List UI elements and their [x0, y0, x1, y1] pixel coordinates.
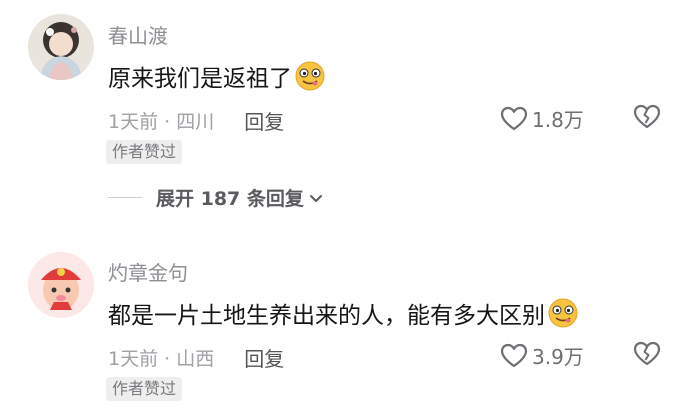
drooling-face-emoji-icon	[294, 60, 326, 92]
author-liked-badge: 作者赞过	[106, 377, 183, 401]
broken-heart-icon	[633, 341, 661, 366]
author-liked-badge: 作者赞过	[106, 140, 183, 164]
reply-button[interactable]: 回复	[244, 343, 284, 372]
comment-meta: 1天前 · 山西 回复	[108, 343, 284, 372]
comment-text-content: 都是一片土地生养出来的人，能有多大区别	[108, 303, 545, 329]
username[interactable]: 灼章金句	[108, 257, 188, 286]
comment-text-content: 原来我们是返祖了	[108, 66, 292, 92]
like-count: 3.9万	[532, 345, 584, 369]
comment-meta: 1天前 · 四川 回复	[108, 106, 284, 135]
expand-replies-label: 展开 187 条回复	[156, 188, 304, 210]
comment-text: 原来我们是返祖了	[108, 59, 326, 93]
heart-icon	[500, 343, 528, 367]
like-button[interactable]: 3.9万	[500, 341, 584, 370]
avatar[interactable]	[28, 14, 94, 80]
username[interactable]: 春山渡	[108, 20, 168, 49]
like-button[interactable]: 1.8万	[500, 104, 584, 133]
reply-button[interactable]: 回复	[244, 106, 284, 135]
dislike-button[interactable]	[633, 104, 661, 134]
comment-text: 都是一片土地生养出来的人，能有多大区别	[108, 296, 579, 330]
time-location: 1天前 · 四川	[108, 111, 215, 133]
expand-replies-button[interactable]: 展开 187 条回复	[108, 184, 324, 211]
time-location: 1天前 · 山西	[108, 348, 215, 370]
avatar[interactable]	[28, 252, 94, 318]
divider-dash	[108, 197, 142, 198]
heart-icon	[500, 106, 528, 130]
chevron-down-icon	[309, 194, 322, 202]
like-count: 1.8万	[532, 108, 584, 132]
drooling-face-emoji-icon	[547, 297, 579, 329]
dislike-button[interactable]	[633, 341, 661, 371]
broken-heart-icon	[633, 104, 661, 129]
